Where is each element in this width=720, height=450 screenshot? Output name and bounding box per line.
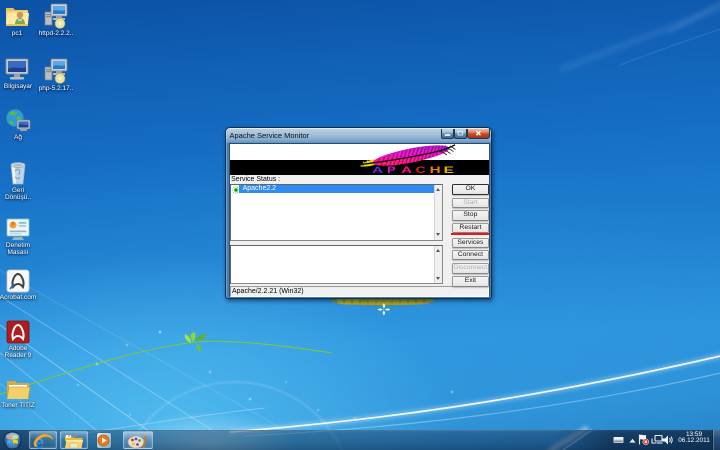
svg-text:APACHE: APACHE	[372, 164, 454, 174]
